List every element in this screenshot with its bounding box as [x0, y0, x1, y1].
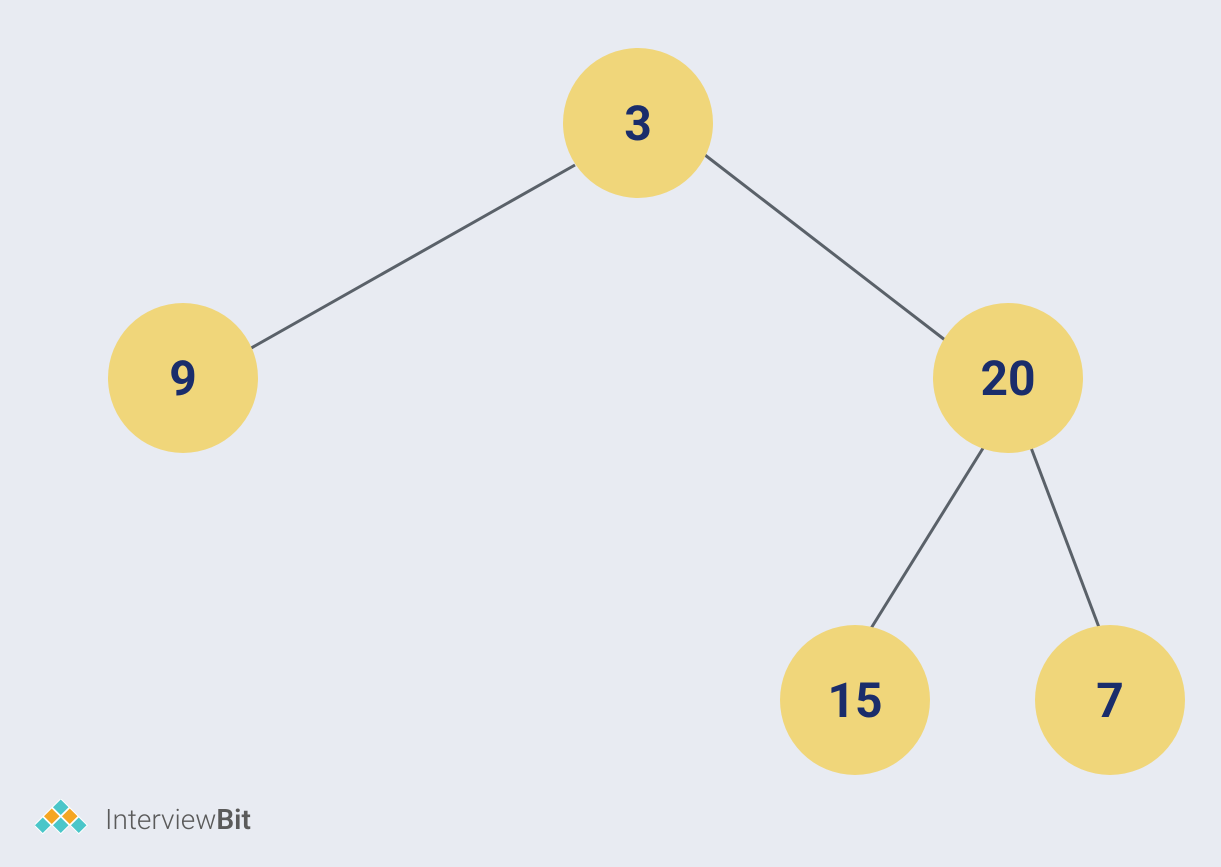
brand-part2: Bit	[216, 803, 250, 836]
tree-node-left: 9	[108, 303, 258, 453]
node-value: 9	[169, 350, 197, 407]
edge-root-left	[230, 165, 575, 360]
node-value: 7	[1096, 672, 1124, 729]
brand-part1: Interview	[105, 803, 216, 836]
edge-right-leftchild	[870, 445, 985, 630]
brand-logo-text: InterviewBit	[105, 803, 251, 836]
brand-logo-icon	[35, 799, 95, 839]
tree-node-right-left: 15	[780, 625, 930, 775]
node-value: 20	[980, 350, 1035, 407]
edge-root-right	[705, 155, 945, 340]
tree-node-root: 3	[563, 48, 713, 198]
node-value: 15	[827, 672, 882, 729]
edge-right-rightchild	[1030, 445, 1100, 630]
brand-logo: InterviewBit	[35, 799, 251, 839]
node-value: 3	[624, 95, 652, 152]
tree-node-right: 20	[933, 303, 1083, 453]
tree-node-right-right: 7	[1035, 625, 1185, 775]
